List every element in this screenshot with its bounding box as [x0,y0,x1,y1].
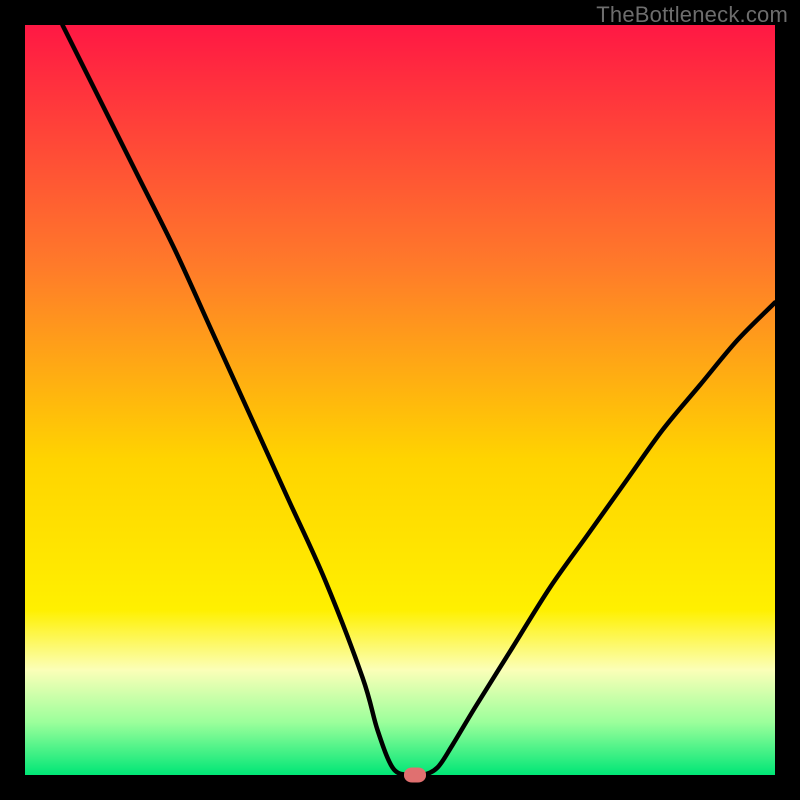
bottleneck-chart [0,0,800,800]
optimal-point-marker [404,768,426,783]
plot-background [25,25,775,775]
watermark-text: TheBottleneck.com [596,2,788,28]
chart-stage: TheBottleneck.com [0,0,800,800]
